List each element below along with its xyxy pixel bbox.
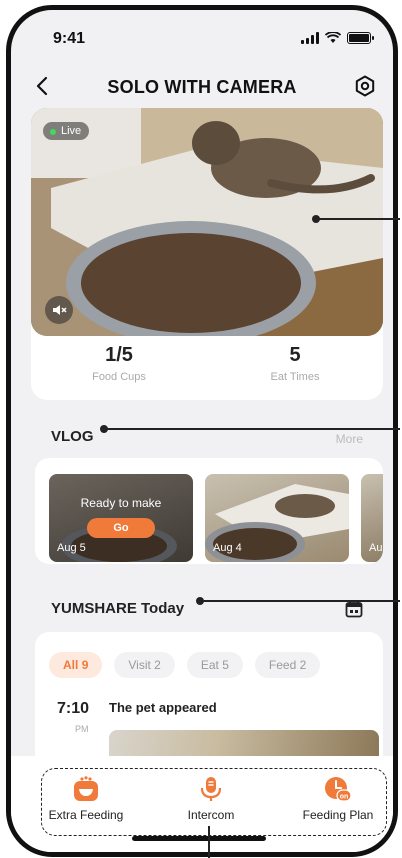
vlog-date: Aug 4 bbox=[213, 542, 242, 554]
battery-icon bbox=[347, 32, 374, 44]
app-header: SOLO WITH CAMERA bbox=[11, 66, 393, 106]
mute-button[interactable] bbox=[45, 296, 73, 324]
wifi-icon bbox=[325, 32, 341, 43]
vlog-carousel[interactable]: Ready to make Go Aug 5 Aug 4 Aug bbox=[35, 458, 383, 564]
stat-value: 1/5 bbox=[105, 344, 133, 366]
chip-count: 5 bbox=[222, 658, 229, 672]
camera-card: Live 1/5 Food Cups 5 Eat Times bbox=[31, 108, 383, 400]
callout-line-vlog bbox=[104, 428, 400, 430]
stat-value: 5 bbox=[289, 344, 301, 366]
event-description: The pet appeared bbox=[109, 700, 217, 715]
feeding-stats: 1/5 Food Cups 5 Eat Times bbox=[31, 344, 383, 383]
filter-chip-feed[interactable]: Feed 2 bbox=[254, 652, 321, 678]
chip-count: 2 bbox=[154, 658, 161, 672]
event-ampm: PM bbox=[75, 724, 89, 734]
live-badge: Live bbox=[43, 122, 90, 140]
event-time: 7:10 bbox=[57, 700, 90, 717]
vlog-date: Aug bbox=[369, 542, 383, 554]
video-frame-illustration bbox=[31, 108, 383, 336]
callout-line-today bbox=[200, 600, 400, 602]
status-icons bbox=[301, 32, 374, 44]
chip-count: 9 bbox=[81, 658, 89, 672]
callout-dot-vlog bbox=[100, 425, 108, 433]
vlog-ready-text: Ready to make bbox=[80, 496, 162, 510]
vlog-item[interactable]: Aug bbox=[361, 474, 383, 562]
vlog-more-link[interactable]: More bbox=[336, 432, 363, 446]
stat-food-cups: 1/5 Food Cups bbox=[31, 344, 207, 383]
status-time: 9:41 bbox=[53, 30, 86, 47]
vlog-go-button[interactable]: Go bbox=[87, 518, 155, 538]
filter-chips: All 9 Visit 2 Eat 5 Feed 2 bbox=[49, 652, 321, 678]
vlog-date: Aug 5 bbox=[57, 542, 86, 554]
chip-count: 2 bbox=[299, 658, 307, 672]
action-label: Intercom bbox=[187, 808, 235, 822]
filter-chip-eat[interactable]: Eat 5 bbox=[186, 652, 243, 678]
calendar-icon[interactable] bbox=[345, 600, 363, 618]
microphone-icon bbox=[200, 777, 222, 801]
phone-frame: 9:41 SOLO WITH CAMERA Live 1/5 Food Cups… bbox=[6, 5, 398, 857]
vlog-item[interactable]: Ready to make Go Aug 5 bbox=[49, 474, 193, 562]
clock-on-icon: on bbox=[325, 777, 352, 802]
today-title: YUMSHARE Today bbox=[51, 600, 185, 617]
vlog-item[interactable]: Aug 4 bbox=[205, 474, 349, 562]
feeding-plan-button[interactable]: on Feeding Plan bbox=[283, 776, 393, 822]
bottom-action-bar: Extra Feeding Intercom on Feeding Plan bbox=[11, 756, 393, 852]
stat-label: Eat Times bbox=[270, 371, 320, 383]
stat-eat-times: 5 Eat Times bbox=[207, 344, 383, 383]
settings-gear-icon[interactable] bbox=[353, 74, 377, 98]
speaker-muted-icon bbox=[53, 305, 67, 315]
stat-label: Food Cups bbox=[92, 371, 146, 383]
status-bar: 9:41 bbox=[11, 10, 393, 60]
page-title: SOLO WITH CAMERA bbox=[107, 77, 297, 97]
intercom-button[interactable]: Intercom bbox=[156, 776, 266, 822]
chip-label: All bbox=[63, 658, 79, 672]
callout-dot-video bbox=[312, 215, 320, 223]
callout-line-actions bbox=[208, 826, 210, 858]
chip-label: Eat bbox=[200, 658, 219, 672]
action-label: Feeding Plan bbox=[302, 808, 374, 822]
filter-chip-all[interactable]: All 9 bbox=[49, 652, 103, 678]
action-label: Extra Feeding bbox=[48, 808, 124, 822]
callout-dot-today bbox=[196, 597, 204, 605]
live-video[interactable]: Live bbox=[31, 108, 383, 336]
signal-icon bbox=[301, 32, 319, 44]
svg-text:on: on bbox=[340, 794, 349, 801]
food-bowl-icon bbox=[74, 776, 98, 801]
chip-label: Visit bbox=[128, 658, 151, 672]
callout-line-video bbox=[316, 218, 400, 220]
chip-label: Feed bbox=[268, 658, 297, 672]
vlog-title: VLOG bbox=[51, 428, 94, 445]
home-indicator[interactable] bbox=[132, 836, 266, 841]
filter-chip-visit[interactable]: Visit 2 bbox=[114, 652, 175, 678]
extra-feeding-button[interactable]: Extra Feeding bbox=[31, 776, 141, 822]
